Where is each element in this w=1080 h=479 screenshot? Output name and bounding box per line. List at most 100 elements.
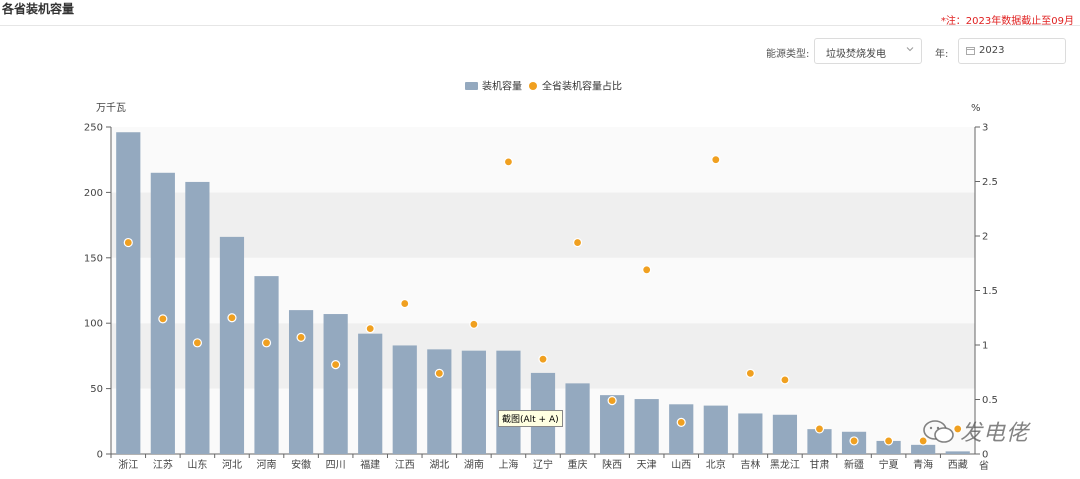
ratio-point <box>814 424 825 434</box>
bar <box>254 276 279 454</box>
x-tick-label: 安徽 <box>291 458 311 471</box>
ratio-point <box>849 436 859 446</box>
watermark-text: 发电佬 <box>960 421 1030 446</box>
x-tick-label: 宁夏 <box>879 458 899 471</box>
x-tick-label: 河南 <box>257 458 277 471</box>
ratio-point <box>469 319 479 329</box>
title-divider <box>0 25 1080 26</box>
ratio-point <box>400 298 410 309</box>
energy-type-select[interactable]: 垃圾焚烧发电 <box>814 38 922 64</box>
y-right-tick-label: 1 <box>982 341 988 352</box>
x-tick-label: 福建 <box>360 458 380 471</box>
ratio-point <box>227 313 237 323</box>
bar <box>116 132 141 454</box>
y-right-tick-label: 2 <box>982 232 988 243</box>
y-left-axis-name: 万千瓦 <box>96 102 126 114</box>
bar <box>461 350 486 454</box>
wechat-icon <box>923 420 954 443</box>
bar <box>634 399 659 454</box>
x-tick-label: 江西 <box>395 459 415 471</box>
ratio-point <box>365 324 375 334</box>
ratio-point <box>434 368 444 378</box>
x-tick-label: 天津 <box>637 459 657 471</box>
bar <box>358 333 383 454</box>
y-left-tick-label: 100 <box>84 319 103 330</box>
x-tick-label: 辽宁 <box>533 458 553 471</box>
ratio-point <box>158 314 168 324</box>
x-tick-label: 江苏 <box>153 458 173 471</box>
x-tick-label: 西藏 <box>948 459 968 471</box>
y-left-tick-label: 0 <box>97 450 103 461</box>
legend-label: 全省装机容量占比 <box>542 80 622 93</box>
y-left-tick-label: 250 <box>84 123 103 134</box>
y-right-tick-label: 1.5 <box>982 286 998 297</box>
bar <box>669 404 694 454</box>
bar <box>150 172 175 454</box>
ratio-point <box>123 237 133 248</box>
x-tick-label: 湖南 <box>464 458 484 471</box>
bar <box>427 349 452 454</box>
ratio-point <box>780 375 790 385</box>
y-left-tick-label: 150 <box>84 253 103 264</box>
screenshot-tooltip: 截图(Alt + A) <box>498 410 563 427</box>
y-right-axis-name: % <box>971 103 981 114</box>
x-tick-label: 新疆 <box>844 458 864 471</box>
x-tick-label: 重庆 <box>568 458 588 471</box>
ratio-point <box>192 338 202 348</box>
bar <box>185 181 210 454</box>
year-label: 年: <box>935 49 949 60</box>
y-left-tick-label: 50 <box>90 384 103 395</box>
calendar-icon <box>966 47 975 55</box>
year-picker[interactable]: 2023 <box>958 38 1066 64</box>
legend-swatch-bar <box>465 82 478 90</box>
ratio-point <box>503 157 514 167</box>
chevron-down-icon <box>906 47 914 52</box>
y-right-tick-label: 0.5 <box>982 395 998 406</box>
bar <box>565 383 590 454</box>
y-right-tick-label: 2.5 <box>982 177 998 188</box>
ratio-point <box>642 265 652 275</box>
x-tick-label: 吉林 <box>740 458 760 471</box>
x-tick-label: 青海 <box>913 458 933 471</box>
x-tick-label: 甘肃 <box>809 458 829 471</box>
bar <box>288 310 314 454</box>
ratio-point <box>745 368 755 378</box>
x-axis-name: 省 <box>979 459 989 472</box>
x-tick-label: 黑龙江 <box>770 458 800 471</box>
ratio-point <box>711 155 721 165</box>
x-tick-label: 山西 <box>671 459 691 471</box>
legend-label: 装机容量 <box>482 80 522 93</box>
ratio-point <box>607 395 617 406</box>
x-tick-label: 北京 <box>706 458 726 471</box>
year-value: 2023 <box>979 45 1005 56</box>
bar <box>323 314 348 454</box>
bar <box>738 413 763 454</box>
x-tick-label: 浙江 <box>118 459 138 471</box>
bar <box>772 414 798 454</box>
x-tick-label: 山东 <box>187 458 207 471</box>
data-note: *注：2023年数据截止至09月 <box>940 16 1074 27</box>
grid-band <box>111 127 975 193</box>
bar <box>496 350 521 454</box>
bar <box>392 345 417 454</box>
watermark: 发电佬 <box>920 412 1048 452</box>
ratio-point <box>676 417 686 427</box>
bar <box>219 236 245 454</box>
x-tick-label: 上海 <box>498 458 518 471</box>
x-tick-label: 陕西 <box>602 458 622 471</box>
x-tick-label: 四川 <box>326 460 346 471</box>
y-left-tick-label: 200 <box>84 188 103 199</box>
ratio-point <box>572 237 583 248</box>
x-tick-label: 湖北 <box>429 459 449 471</box>
page-title: 各省装机容量 <box>2 2 75 16</box>
ratio-point <box>261 338 272 348</box>
bar <box>703 405 728 454</box>
ratio-point <box>538 354 548 364</box>
legend-swatch-dot <box>529 82 537 90</box>
x-tick-label: 河北 <box>222 459 242 471</box>
ratio-point <box>883 436 894 446</box>
ratio-point <box>331 360 341 370</box>
energy-type-value: 垃圾焚烧发电 <box>826 49 886 60</box>
y-right-tick-label: 3 <box>982 123 988 134</box>
ratio-point <box>296 332 306 342</box>
